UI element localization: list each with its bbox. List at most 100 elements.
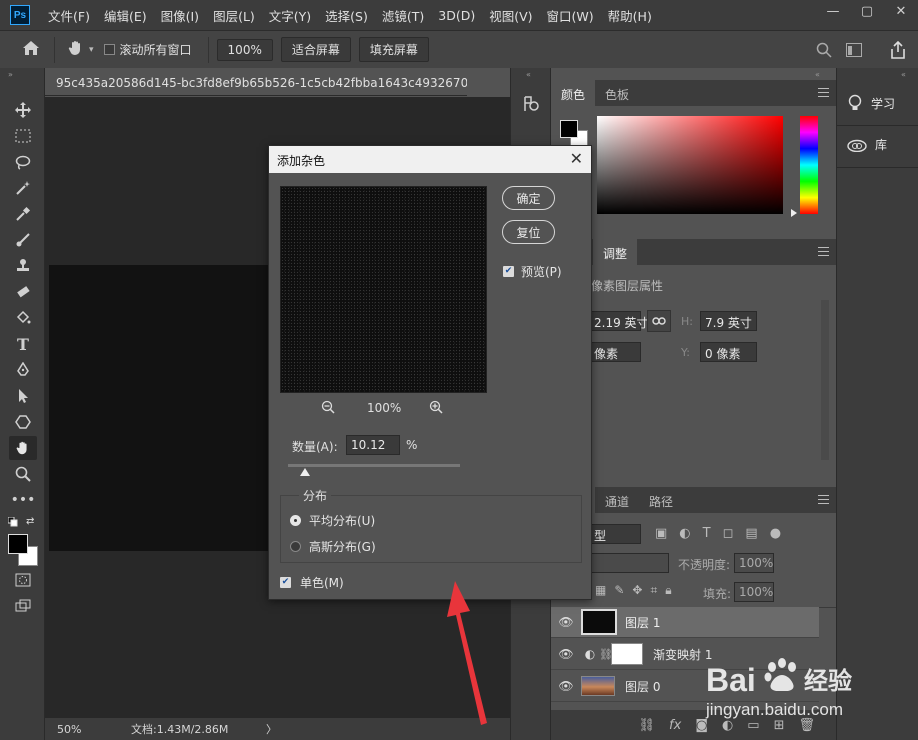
gaussian-radio[interactable]: 高斯分布(G) [290, 538, 376, 555]
layer-row[interactable]: 👁︎ 图层 1 [551, 607, 819, 638]
tab-channels[interactable]: 通道 [595, 487, 639, 513]
shape-tool-icon[interactable] [9, 410, 37, 434]
collapse-icon[interactable]: » [8, 70, 13, 79]
move-tool-icon[interactable] [9, 98, 37, 122]
learn-button[interactable]: 学习 [847, 94, 895, 112]
library-button[interactable]: 库 [847, 136, 887, 153]
panel-menu-icon[interactable] [818, 247, 829, 256]
tab-paths[interactable]: 路径 [639, 487, 683, 513]
height-field[interactable]: 7.9 英寸 [700, 311, 757, 331]
magic-wand-icon[interactable] [9, 176, 37, 200]
lasso-tool-icon[interactable] [9, 150, 37, 174]
eyedropper-icon[interactable] [9, 202, 37, 226]
y-field[interactable]: 0 像素 [700, 342, 757, 362]
layer-mask-thumbnail[interactable] [611, 643, 643, 665]
monochromatic-checkbox[interactable]: ✔ 单色(M) [280, 574, 344, 591]
color-picker-field[interactable] [597, 116, 783, 214]
path-selection-icon[interactable] [9, 384, 37, 408]
fx-icon[interactable]: fx [669, 718, 681, 733]
menu-select[interactable]: 选择(S) [325, 6, 368, 25]
menu-view[interactable]: 视图(V) [489, 6, 532, 25]
x-field[interactable]: 像素 [589, 342, 641, 362]
menu-layer[interactable]: 图层(L) [213, 6, 255, 25]
zoom-100-button[interactable]: 100% [216, 38, 273, 61]
hue-slider[interactable] [800, 116, 818, 214]
zoom-level[interactable]: 50% [57, 723, 131, 736]
screen-mode-icon[interactable] [9, 594, 37, 618]
scrollbar[interactable] [821, 300, 829, 460]
uniform-radio[interactable]: 平均分布(U) [290, 512, 375, 529]
eye-icon[interactable]: 👁︎ [551, 679, 581, 693]
menu-window[interactable]: 窗口(W) [547, 6, 594, 25]
amount-slider-track[interactable] [288, 464, 460, 467]
minimize-button[interactable]: — [816, 0, 850, 22]
panel-menu-icon[interactable] [818, 88, 829, 97]
foreground-color-swatch[interactable] [8, 534, 28, 554]
smart-object-filter-icon[interactable]: ▤ [745, 526, 757, 541]
menu-3d[interactable]: 3D(D) [438, 8, 475, 23]
layer-kind-filter[interactable]: 型 [589, 524, 641, 544]
preview-checkbox[interactable]: ✔ 预览(P) [503, 263, 562, 280]
hue-slider-handle[interactable] [791, 209, 797, 217]
collapse-icon[interactable]: « [815, 70, 820, 79]
chevron-down-icon[interactable]: ▾ [89, 45, 94, 55]
adjustment-filter-icon[interactable]: ◐ [679, 526, 690, 541]
noise-preview[interactable] [280, 186, 487, 393]
tab-adjustments[interactable]: 调整 [593, 239, 638, 265]
panel-menu-icon[interactable] [818, 495, 829, 504]
zoom-tool-icon[interactable] [9, 462, 37, 486]
lock-position-icon[interactable]: ✥ [632, 583, 642, 598]
menu-image[interactable]: 图像(I) [161, 6, 199, 25]
link-icon[interactable] [647, 310, 671, 332]
ok-button[interactable]: 确定 [502, 186, 555, 210]
foreground-color-swatch[interactable] [560, 120, 578, 138]
quick-mask-icon[interactable] [9, 568, 37, 592]
workspace-icon[interactable] [846, 43, 862, 60]
layer-name[interactable]: 图层 1 [625, 614, 660, 631]
hand-tool-icon[interactable] [9, 436, 37, 460]
lock-transparency-icon[interactable]: ▦ [595, 583, 606, 598]
document-tab[interactable]: 95c435a20586d145-bc3fd8ef9b65b526-1c5cb4… [45, 70, 467, 96]
hand-tool-icon[interactable] [67, 39, 85, 60]
zoom-in-icon[interactable] [429, 400, 443, 417]
lock-pixels-icon[interactable]: ✎ [614, 583, 624, 598]
collapse-icon[interactable]: « [526, 70, 531, 79]
lock-artboard-icon[interactable]: ⌗ [650, 583, 657, 598]
tab-swatches[interactable]: 色板 [595, 80, 639, 106]
menu-edit[interactable]: 编辑(E) [104, 6, 147, 25]
lock-all-icon[interactable]: 🔒︎ [665, 583, 671, 598]
pixel-filter-icon[interactable]: ▣ [655, 526, 667, 541]
maximize-button[interactable]: ▢ [850, 0, 884, 22]
eye-icon[interactable]: 👁︎ [551, 615, 581, 629]
close-window-button[interactable]: ✕ [884, 0, 918, 22]
type-filter-icon[interactable]: T [703, 526, 711, 541]
reset-button[interactable]: 复位 [502, 220, 555, 244]
paint-bucket-icon[interactable] [9, 306, 37, 330]
blend-mode-select[interactable] [589, 553, 669, 573]
pen-tool-icon[interactable] [9, 358, 37, 382]
fit-screen-button[interactable]: 适合屏幕 [280, 37, 351, 62]
collapse-icon[interactable]: « [901, 70, 906, 79]
brush-icon[interactable] [9, 228, 37, 252]
marquee-tool-icon[interactable] [9, 124, 37, 148]
status-menu-arrow[interactable]: 〉 [266, 721, 277, 737]
eye-icon[interactable]: 👁︎ [551, 647, 581, 661]
fill-screen-button[interactable]: 填充屏幕 [358, 37, 429, 62]
type-tool-icon[interactable]: T [9, 332, 37, 356]
image-canvas[interactable] [49, 265, 274, 551]
menu-type[interactable]: 文字(Y) [269, 6, 311, 25]
search-icon[interactable] [816, 42, 832, 61]
filter-toggle-icon[interactable]: ● [770, 526, 781, 541]
fill-field[interactable]: 100% [734, 582, 774, 602]
tab-color[interactable]: 颜色 [551, 80, 596, 106]
default-colors-icon[interactable] [7, 516, 18, 530]
home-icon[interactable] [22, 40, 40, 59]
menu-help[interactable]: 帮助(H) [608, 6, 652, 25]
amount-slider-handle[interactable] [300, 468, 311, 476]
scroll-all-windows-checkbox[interactable]: 滚动所有窗口 [103, 41, 192, 58]
swap-colors-icon[interactable]: ⇄ [26, 516, 34, 527]
menu-filter[interactable]: 滤镜(T) [382, 6, 424, 25]
zoom-out-icon[interactable] [321, 400, 335, 417]
menu-file[interactable]: 文件(F) [48, 6, 90, 25]
shape-filter-icon[interactable]: ◻ [723, 526, 734, 541]
